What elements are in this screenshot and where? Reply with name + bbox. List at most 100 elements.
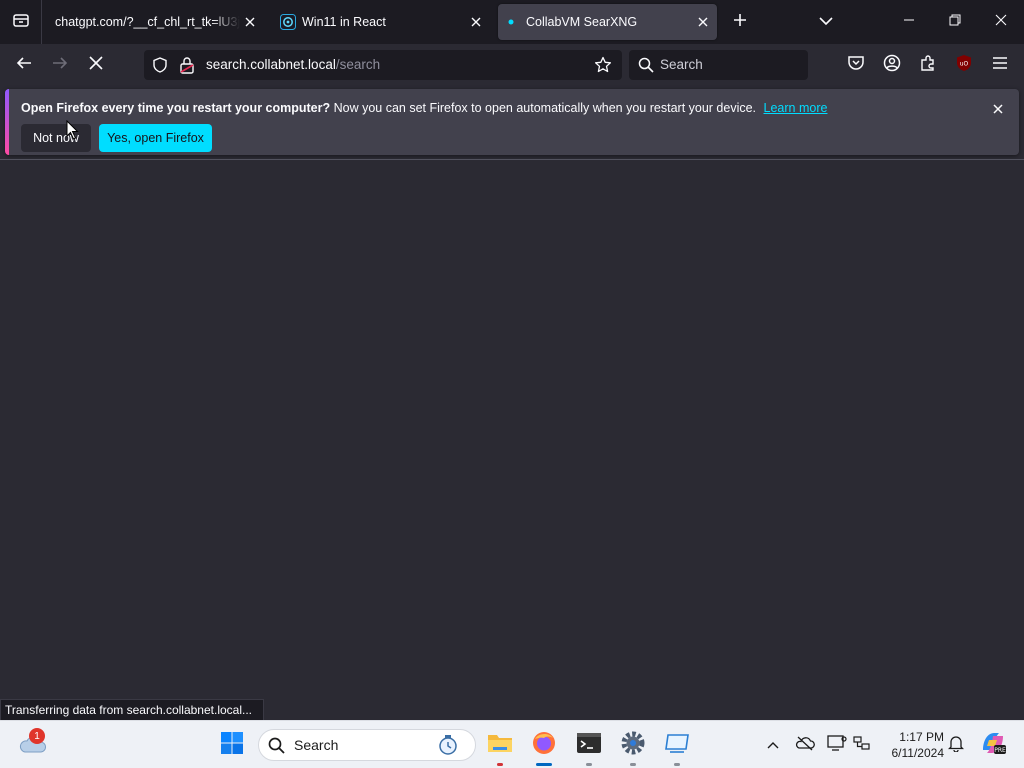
notifications-button[interactable]	[944, 733, 968, 757]
terminal-icon	[576, 732, 602, 759]
account-icon	[883, 54, 901, 77]
copilot-button[interactable]: PRE	[978, 731, 1008, 759]
back-icon	[16, 55, 32, 76]
stop-loading-button[interactable]	[81, 50, 111, 80]
menu-icon	[992, 56, 1008, 75]
pocket-icon	[847, 54, 865, 77]
tab-collabvm-searxng[interactable]: CollabVM SearXNG	[498, 4, 717, 40]
settings-icon	[620, 730, 646, 761]
tab-strip: chatgpt.com/?__cf_chl_rt_tk=lU3jyC Win11…	[0, 0, 1024, 44]
loading-dot-icon	[504, 14, 518, 30]
running-indicator	[536, 763, 552, 766]
navigation-toolbar: search.collabnet.local/search Search uO	[0, 44, 1024, 86]
close-window-button[interactable]	[978, 0, 1024, 44]
lock-icon[interactable]	[179, 56, 195, 79]
learn-more-link[interactable]: Learn more	[764, 101, 828, 115]
taskbar-file-explorer[interactable]	[482, 727, 518, 766]
list-all-tabs-icon	[819, 13, 833, 31]
ublock-button[interactable]: uO	[949, 50, 979, 80]
yes-open-firefox-button[interactable]: Yes, open Firefox	[99, 124, 212, 152]
taskbar: 1 Search 1:17 PM 6/11/2024 PRE	[0, 720, 1024, 768]
minimize-button[interactable]	[886, 0, 932, 44]
account-button[interactable]	[877, 50, 907, 80]
restore-icon	[949, 13, 961, 31]
windows-start-icon	[220, 731, 244, 760]
display-icon	[827, 734, 847, 756]
shield-icon[interactable]	[152, 57, 168, 78]
pocket-button[interactable]	[841, 50, 871, 80]
close-icon[interactable]	[695, 14, 711, 30]
running-indicator	[497, 763, 503, 766]
tab-list-icon	[12, 11, 30, 34]
stop-loading-icon	[89, 55, 103, 75]
page-content	[0, 160, 1024, 720]
screen: chatgpt.com/?__cf_chl_rt_tk=lU3jyC Win11…	[0, 0, 1024, 768]
star-icon[interactable]	[594, 56, 612, 79]
close-icon[interactable]	[242, 14, 258, 30]
remote-desktop-icon	[664, 732, 690, 759]
new-tab-icon	[733, 13, 747, 32]
extensions-button[interactable]	[913, 50, 943, 80]
close-icon[interactable]	[468, 14, 484, 30]
extensions-icon	[919, 54, 937, 77]
forward-icon	[52, 55, 68, 76]
bell-icon	[947, 734, 965, 757]
network-icon	[853, 735, 871, 756]
network-tray[interactable]	[850, 733, 874, 757]
new-tab-button[interactable]	[726, 8, 754, 36]
display-tray[interactable]	[825, 733, 849, 757]
restore-button[interactable]	[932, 0, 978, 44]
tab-title: Win11 in React	[302, 15, 386, 29]
url-path: /search	[335, 57, 381, 72]
url-host: search.collabnet.local	[206, 57, 336, 72]
search-placeholder: Search	[660, 57, 703, 72]
back-button[interactable]	[9, 50, 39, 80]
clock-date: 6/11/2024	[891, 746, 945, 760]
minimize-icon	[903, 13, 915, 31]
forward-button[interactable]	[45, 50, 75, 80]
url-bar[interactable]: search.collabnet.local/search	[144, 50, 622, 80]
restart-notification-bar: Open Firefox every time you restart your…	[5, 89, 1019, 155]
url-text[interactable]: search.collabnet.local/search	[206, 57, 380, 72]
file-explorer-icon	[487, 732, 513, 759]
clock[interactable]: 1:17 PM 6/11/2024	[880, 729, 945, 761]
notification-text: Now you can set Firefox to open automati…	[330, 101, 757, 115]
menu-button[interactable]	[985, 50, 1015, 80]
running-indicator	[630, 763, 636, 766]
clock-time: 1:17 PM	[899, 730, 944, 744]
notification-title: Open Firefox every time you restart your…	[21, 101, 331, 115]
start-button[interactable]	[214, 727, 250, 763]
copilot-icon: PRE	[979, 730, 1007, 761]
taskbar-terminal[interactable]	[571, 727, 607, 766]
svg-text:PRE: PRE	[994, 747, 1006, 754]
firefox-icon	[531, 730, 557, 761]
close-icon[interactable]	[989, 100, 1007, 118]
taskbar-firefox[interactable]	[526, 727, 562, 766]
onedrive-tray[interactable]	[793, 733, 817, 757]
taskbar-search-placeholder: Search	[294, 737, 339, 753]
tab-chatgpt[interactable]: chatgpt.com/?__cf_chl_rt_tk=lU3jyC	[48, 4, 264, 40]
tab-list-button[interactable]	[0, 0, 42, 44]
show-hidden-icons-button[interactable]	[761, 733, 785, 757]
tab-win11-in-react[interactable]: Win11 in React	[272, 4, 490, 40]
react-favicon-icon	[280, 14, 296, 30]
status-panel: Transferring data from search.collabnet.…	[0, 699, 264, 721]
search-highlight-icon	[437, 734, 459, 761]
search-icon	[268, 737, 285, 759]
taskbar-remote-desktop[interactable]	[659, 727, 695, 766]
ublock-icon: uO	[956, 54, 972, 77]
svg-text:uO: uO	[960, 60, 969, 67]
close-icon	[995, 13, 1007, 31]
list-all-tabs-button[interactable]	[812, 8, 840, 36]
tab-title: chatgpt.com/?__cf_chl_rt_tk=lU3jyC	[55, 15, 240, 29]
mouse-cursor-icon	[66, 119, 80, 140]
taskbar-search[interactable]: Search	[258, 729, 476, 761]
search-icon	[638, 57, 654, 78]
chevron-up-icon	[767, 736, 779, 754]
notification-message: Open Firefox every time you restart your…	[21, 101, 827, 115]
tab-title: CollabVM SearXNG	[526, 15, 638, 29]
weather-badge: 1	[29, 728, 45, 744]
taskbar-settings[interactable]	[615, 727, 651, 766]
search-bar[interactable]: Search	[629, 50, 808, 80]
not-now-button[interactable]: Not now	[21, 124, 91, 152]
